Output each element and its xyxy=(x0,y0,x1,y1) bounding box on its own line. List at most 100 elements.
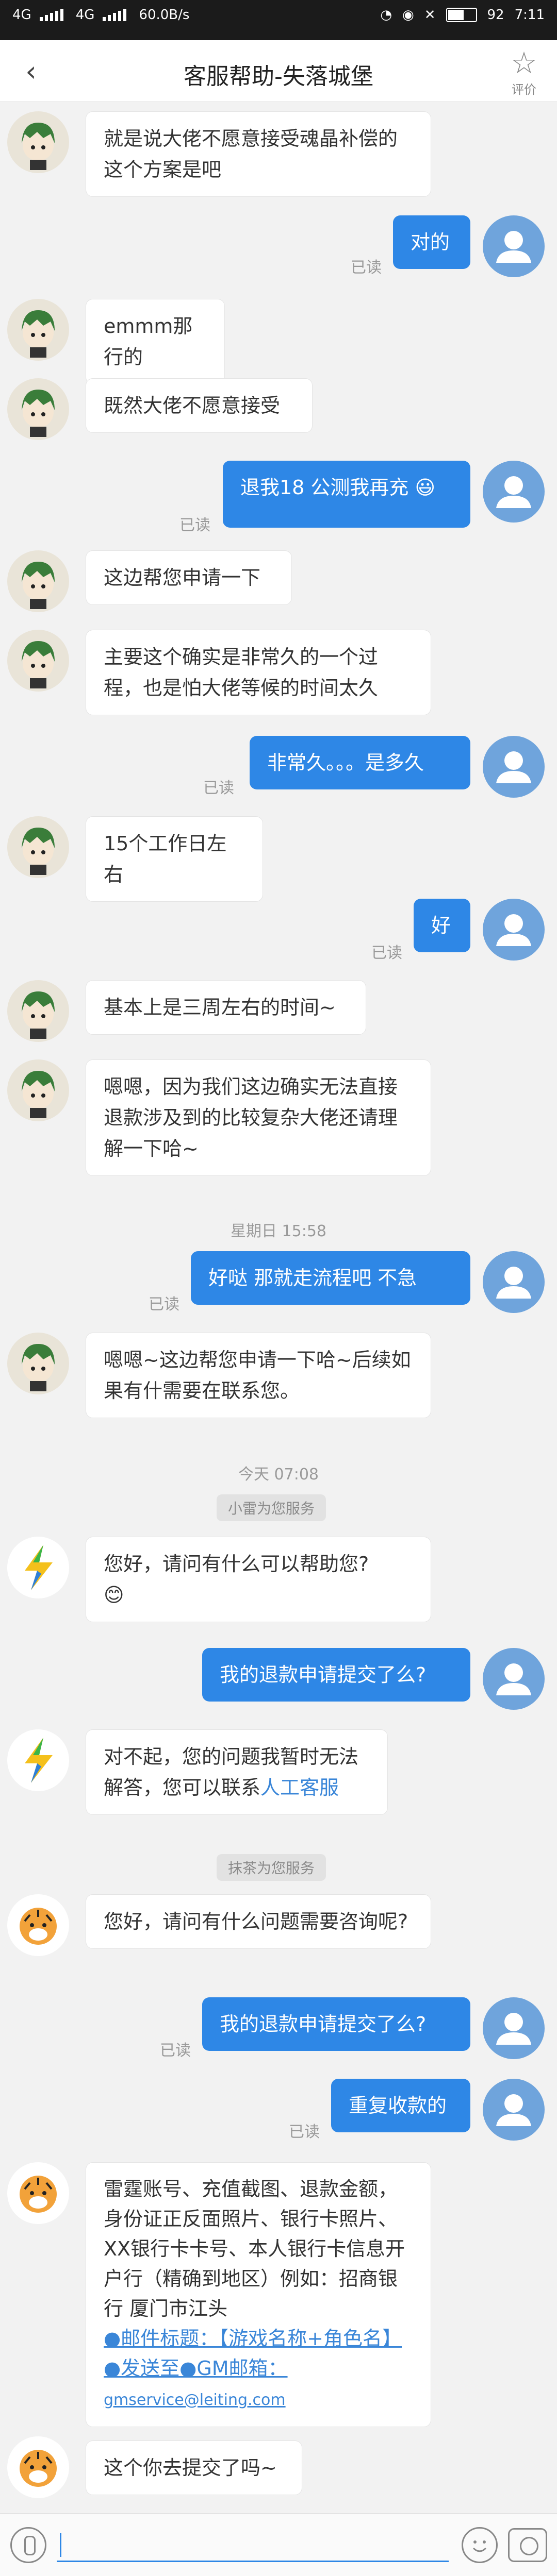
message-text: 您好，请问有什么问题需要咨询呢? xyxy=(104,1910,408,1933)
message-text: 非常久。。。是多久 xyxy=(267,751,424,774)
message-text: 重复收款的 xyxy=(349,2094,447,2117)
message-text: 嗯嗯，因为我们这边确实无法直接退款涉及到的比较复杂大佬还请理解一下哈~ xyxy=(104,1075,398,1160)
message-bubble: 对不起，您的问题我暂时无法解答，您可以联系人工客服 xyxy=(86,1729,388,1815)
page-title: 客服帮助-失落城堡 xyxy=(184,63,373,90)
agent-avatar[interactable] xyxy=(7,630,69,692)
message-bubble: 主要这个确实是非常久的一个过程，也是怕大佬等候的时间太久 xyxy=(86,630,431,715)
read-receipt: 已读 xyxy=(371,944,402,962)
camera-icon[interactable] xyxy=(508,2528,547,2562)
battery-icon xyxy=(446,8,477,22)
agent-avatar[interactable] xyxy=(7,378,69,440)
timestamp: 星期日 15:58 xyxy=(231,1222,326,1240)
message-bubble: 好哒 那就走流程吧 不急 xyxy=(191,1251,470,1305)
message-bubble: 我的退款申请提交了么? xyxy=(202,1997,470,2051)
user-avatar[interactable] xyxy=(483,899,545,961)
message-text: 我的退款申请提交了么? xyxy=(220,2013,427,2035)
message-bubble: 嗯嗯，因为我们这边确实无法直接退款涉及到的比较复杂大佬还请理解一下哈~ xyxy=(86,1059,431,1176)
message-bubble: 这个你去提交了吗~ xyxy=(86,2440,302,2495)
rate-label: 评价 xyxy=(512,82,536,97)
message-text: 好哒 那就走流程吧 不急 xyxy=(208,1267,417,1289)
message-bubble: 退我18 公测我再充 😃 xyxy=(223,461,470,528)
message-text: 既然大佬不愿意接受 xyxy=(104,394,281,417)
message-text: 退我18 公测我再充 xyxy=(240,476,409,499)
read-receipt: 已读 xyxy=(203,779,234,797)
message-bubble: 雷霆账号、充值截图、退款金额，身份证正反面照片、银行卡照片、XX银行卡卡号、本人… xyxy=(86,2162,431,2427)
message-bubble: 既然大佬不愿意接受 xyxy=(86,378,313,433)
rate-button[interactable]: ☆ 评价 xyxy=(503,46,545,97)
message-bubble: 好 xyxy=(414,899,470,952)
message-bubble: 您好，请问有什么问题需要咨询呢? xyxy=(86,1894,431,1949)
message-bubble: 这边帮您申请一下 xyxy=(86,550,292,605)
message-bubble: 重复收款的 xyxy=(331,2079,470,2132)
user-avatar[interactable] xyxy=(483,736,545,798)
agent-avatar[interactable] xyxy=(7,980,69,1042)
agent-avatar[interactable] xyxy=(7,816,69,878)
message-text: 主要这个确实是非常久的一个过程，也是怕大佬等候的时间太久 xyxy=(104,646,379,699)
clock: 7:11 xyxy=(514,7,545,23)
human-service-link[interactable]: 人工客服 xyxy=(260,1776,339,1799)
user-avatar[interactable] xyxy=(483,215,545,277)
message-text: 基本上是三周左右的时间~ xyxy=(104,996,336,1019)
bot-avatar[interactable] xyxy=(7,1729,69,1791)
signal-icon xyxy=(103,9,130,21)
timestamp: 今天 07:08 xyxy=(238,1466,319,1484)
agent-avatar[interactable] xyxy=(7,2162,69,2224)
smile-emoji: 😃 xyxy=(415,476,436,499)
message-bubble: 就是说大佬不愿意接受魂晶补偿的这个方案是吧 xyxy=(86,111,431,197)
message-text: 您好，请问有什么可以帮助您? xyxy=(104,1553,369,1575)
emoji-icon[interactable] xyxy=(462,2527,498,2563)
agent-avatar[interactable] xyxy=(7,1059,69,1121)
eye-icon: ◉ xyxy=(402,7,414,23)
message-text: 这个你去提交了吗~ xyxy=(104,2456,277,2479)
message-bubble: emmm那行的 xyxy=(86,299,225,384)
message-text: 就是说大佬不愿意接受魂晶补偿的这个方案是吧 xyxy=(104,127,398,181)
message-bubble: 我的退款申请提交了么? xyxy=(202,1648,470,1702)
message-bubble: 对的 xyxy=(393,215,470,269)
message-text: 嗯嗯~这边帮您申请一下哈~后续如果有什需要在联系您。 xyxy=(104,1349,411,1402)
message-bubble: 您好，请问有什么可以帮助您? 😊 xyxy=(86,1537,431,1622)
user-avatar[interactable] xyxy=(483,1251,545,1313)
star-icon: ☆ xyxy=(511,45,537,80)
email-link[interactable]: gmservice@leiting.com xyxy=(104,2391,286,2409)
user-avatar[interactable] xyxy=(483,461,545,523)
message-bubble: 基本上是三周左右的时间~ xyxy=(86,980,366,1035)
battery-level: 92 xyxy=(487,7,504,23)
user-avatar[interactable] xyxy=(483,1997,545,2059)
message-text: 雷霆账号、充值截图、退款金额，身份证正反面照片、银行卡照片、XX银行卡卡号、本人… xyxy=(104,2178,405,2320)
message-bubble: 非常久。。。是多久 xyxy=(250,736,470,789)
network-speed: 60.0B/s xyxy=(139,7,190,23)
microphone-icon[interactable] xyxy=(10,2527,46,2563)
agent-avatar[interactable] xyxy=(7,1894,69,1956)
message-input[interactable] xyxy=(57,2529,449,2562)
message-text: emmm那行的 xyxy=(104,315,193,368)
message-text: 这边帮您申请一下 xyxy=(104,566,261,589)
read-receipt: 已读 xyxy=(351,259,382,277)
signal-label-1: 4G xyxy=(12,7,31,23)
text-cursor xyxy=(60,2533,61,2557)
service-notice: 抹茶为您服务 xyxy=(217,1854,326,1881)
agent-avatar[interactable] xyxy=(7,2436,69,2498)
message-text: 对的 xyxy=(411,231,450,254)
email-instruction-link[interactable]: ●邮件标题：【游戏名称+角色名】●发送至●GM邮箱： xyxy=(104,2327,402,2380)
read-receipt: 已读 xyxy=(160,2042,191,2060)
read-receipt: 已读 xyxy=(289,2123,320,2141)
smile-emoji: 😊 xyxy=(104,1584,124,1606)
user-avatar[interactable] xyxy=(483,1648,545,1710)
user-avatar[interactable] xyxy=(483,2079,545,2141)
input-bar xyxy=(0,2513,557,2576)
message-bubble: 嗯嗯~这边帮您申请一下哈~后续如果有什需要在联系您。 xyxy=(86,1333,431,1418)
bot-avatar[interactable] xyxy=(7,1537,69,1598)
agent-avatar[interactable] xyxy=(7,1333,69,1394)
mute-icon: ✕ xyxy=(424,7,436,23)
chat-header: ‹ 客服帮助-失落城堡 ☆ 评价 xyxy=(0,40,557,102)
service-notice: 小雷为您服务 xyxy=(217,1494,326,1521)
agent-avatar[interactable] xyxy=(7,550,69,612)
message-text: 好 xyxy=(431,914,451,937)
alarm-icon: ◔ xyxy=(380,7,392,23)
agent-avatar[interactable] xyxy=(7,111,69,173)
signal-icon xyxy=(39,9,68,21)
message-text: 15个工作日左右 xyxy=(104,832,227,886)
signal-label-2: 4G xyxy=(75,7,95,23)
message-bubble: 15个工作日左右 xyxy=(86,816,263,902)
agent-avatar[interactable] xyxy=(7,299,69,361)
